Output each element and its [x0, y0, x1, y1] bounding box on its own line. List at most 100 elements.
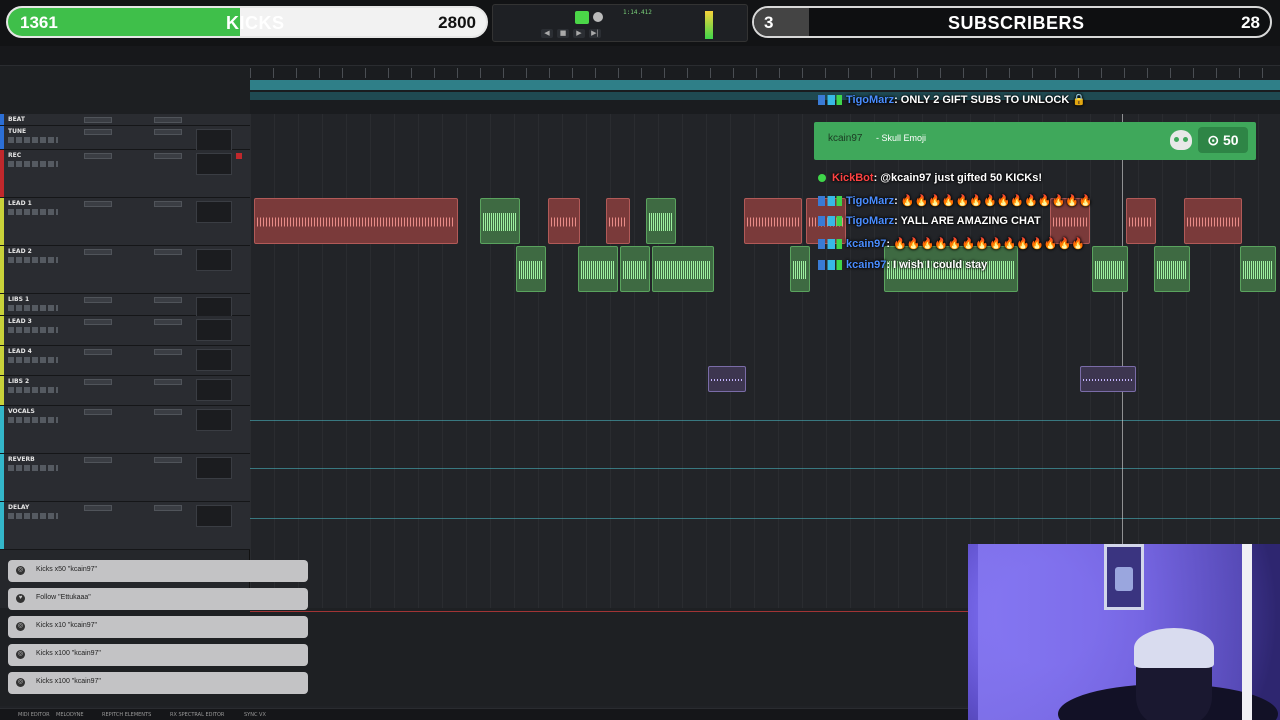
audio-clip[interactable]	[578, 246, 618, 292]
insert-slot[interactable]	[84, 409, 112, 415]
track-name[interactable]: VOCALS	[8, 408, 35, 415]
insert-slot[interactable]	[84, 457, 112, 463]
audio-clip[interactable]	[548, 198, 580, 244]
track-header[interactable]: LIBS 1	[0, 294, 250, 319]
track-state-buttons[interactable]	[8, 305, 58, 311]
insert-slot[interactable]	[84, 129, 112, 135]
track-name[interactable]: TUNE	[8, 128, 26, 135]
audio-clip[interactable]	[790, 246, 810, 292]
track-header[interactable]: LEAD 3	[0, 316, 250, 346]
insert-slot[interactable]	[84, 249, 112, 255]
audio-clip[interactable]	[1184, 198, 1242, 244]
volume-pan-display[interactable]	[196, 153, 232, 175]
record-button[interactable]	[593, 12, 603, 22]
end-button[interactable]: ▶|	[589, 29, 601, 38]
delay-volume-line[interactable]	[250, 518, 1280, 519]
audio-clip[interactable]	[1240, 246, 1276, 292]
audio-clip[interactable]	[646, 198, 676, 244]
track-state-buttons[interactable]	[8, 209, 58, 215]
track-state-buttons[interactable]	[8, 387, 58, 393]
insert-slot[interactable]	[84, 379, 112, 385]
track-name[interactable]: LEAD 4	[8, 348, 32, 355]
audio-clip[interactable]	[516, 246, 546, 292]
plugin-tab[interactable]: RX SPECTRAL EDITOR	[170, 712, 224, 718]
volume-pan-display[interactable]	[196, 505, 232, 527]
send-slot[interactable]	[154, 153, 182, 159]
volume-pan-display[interactable]	[196, 349, 232, 371]
insert-slot[interactable]	[84, 505, 112, 511]
track-header[interactable]: LEAD 1	[0, 198, 250, 246]
marker-ruler[interactable]	[250, 80, 1280, 90]
insert-slot[interactable]	[84, 319, 112, 325]
track-header[interactable]: REVERB	[0, 454, 250, 502]
track-name[interactable]: REVERB	[8, 456, 35, 463]
reverb-volume-line[interactable]	[250, 468, 1280, 469]
track-header[interactable]: LEAD 2	[0, 246, 250, 294]
volume-pan-display[interactable]	[196, 249, 232, 271]
insert-slot[interactable]	[84, 349, 112, 355]
track-name[interactable]: REC	[8, 152, 21, 159]
send-slot[interactable]	[154, 297, 182, 303]
track-name[interactable]: LEAD 3	[8, 318, 32, 325]
rewind-button[interactable]: ◀	[541, 29, 553, 38]
send-slot[interactable]	[154, 349, 182, 355]
track-name[interactable]: LIBS 1	[8, 296, 29, 303]
insert-slot[interactable]	[84, 117, 112, 123]
send-slot[interactable]	[154, 319, 182, 325]
audio-clip[interactable]	[606, 198, 630, 244]
insert-slot[interactable]	[84, 201, 112, 207]
plugin-tab[interactable]: MIDI EDITOR	[18, 712, 50, 718]
track-header[interactable]: BEAT	[0, 114, 250, 126]
audio-clip[interactable]	[480, 198, 520, 244]
track-name[interactable]: LEAD 1	[8, 200, 32, 207]
volume-pan-display[interactable]	[196, 201, 232, 223]
audio-clip[interactable]	[744, 198, 802, 244]
track-header[interactable]: DELAY	[0, 502, 250, 550]
track-state-buttons[interactable]	[8, 417, 58, 423]
send-slot[interactable]	[154, 505, 182, 511]
send-slot[interactable]	[154, 129, 182, 135]
vocals-volume-line[interactable]	[250, 420, 1280, 421]
send-slot[interactable]	[154, 249, 182, 255]
track-state-buttons[interactable]	[8, 137, 58, 143]
audio-clip[interactable]	[1080, 366, 1136, 392]
track-state-buttons[interactable]	[8, 327, 58, 333]
track-header[interactable]: TUNE	[0, 126, 250, 151]
timeline-ruler[interactable]	[250, 66, 1280, 114]
send-slot[interactable]	[154, 457, 182, 463]
tempo-ruler[interactable]	[250, 92, 1280, 100]
audio-clip[interactable]	[1092, 246, 1128, 292]
volume-pan-display[interactable]	[196, 129, 232, 151]
fast-forward-button[interactable]: ▶	[573, 29, 585, 38]
track-name[interactable]: LIBS 2	[8, 378, 29, 385]
record-enable-button[interactable]	[236, 153, 242, 159]
stop-button[interactable]: ■	[557, 29, 569, 38]
track-header[interactable]: VOCALS	[0, 406, 250, 454]
track-state-buttons[interactable]	[8, 465, 58, 471]
volume-pan-display[interactable]	[196, 319, 232, 341]
send-slot[interactable]	[154, 201, 182, 207]
volume-pan-display[interactable]	[196, 457, 232, 479]
audio-clip[interactable]	[254, 198, 458, 244]
track-state-buttons[interactable]	[8, 161, 58, 167]
audio-clip[interactable]	[1126, 198, 1156, 244]
track-state-buttons[interactable]	[8, 357, 58, 363]
play-button[interactable]	[575, 11, 589, 24]
insert-slot[interactable]	[84, 153, 112, 159]
insert-slot[interactable]	[84, 297, 112, 303]
track-name[interactable]: LEAD 2	[8, 248, 32, 255]
audio-clip[interactable]	[708, 366, 746, 392]
track-header[interactable]: LEAD 4	[0, 346, 250, 376]
track-header[interactable]: LIBS 2	[0, 376, 250, 406]
audio-clip[interactable]	[1154, 246, 1190, 292]
track-state-buttons[interactable]	[8, 257, 58, 263]
send-slot[interactable]	[154, 409, 182, 415]
volume-pan-display[interactable]	[196, 379, 232, 401]
audio-clip[interactable]	[620, 246, 650, 292]
track-name[interactable]: DELAY	[8, 504, 29, 511]
plugin-tab[interactable]: SYNC VX	[244, 712, 266, 718]
plugin-tab[interactable]: MELODYNE	[56, 712, 84, 718]
track-state-buttons[interactable]	[8, 513, 58, 519]
track-header[interactable]: REC	[0, 150, 250, 198]
audio-clip[interactable]	[652, 246, 714, 292]
